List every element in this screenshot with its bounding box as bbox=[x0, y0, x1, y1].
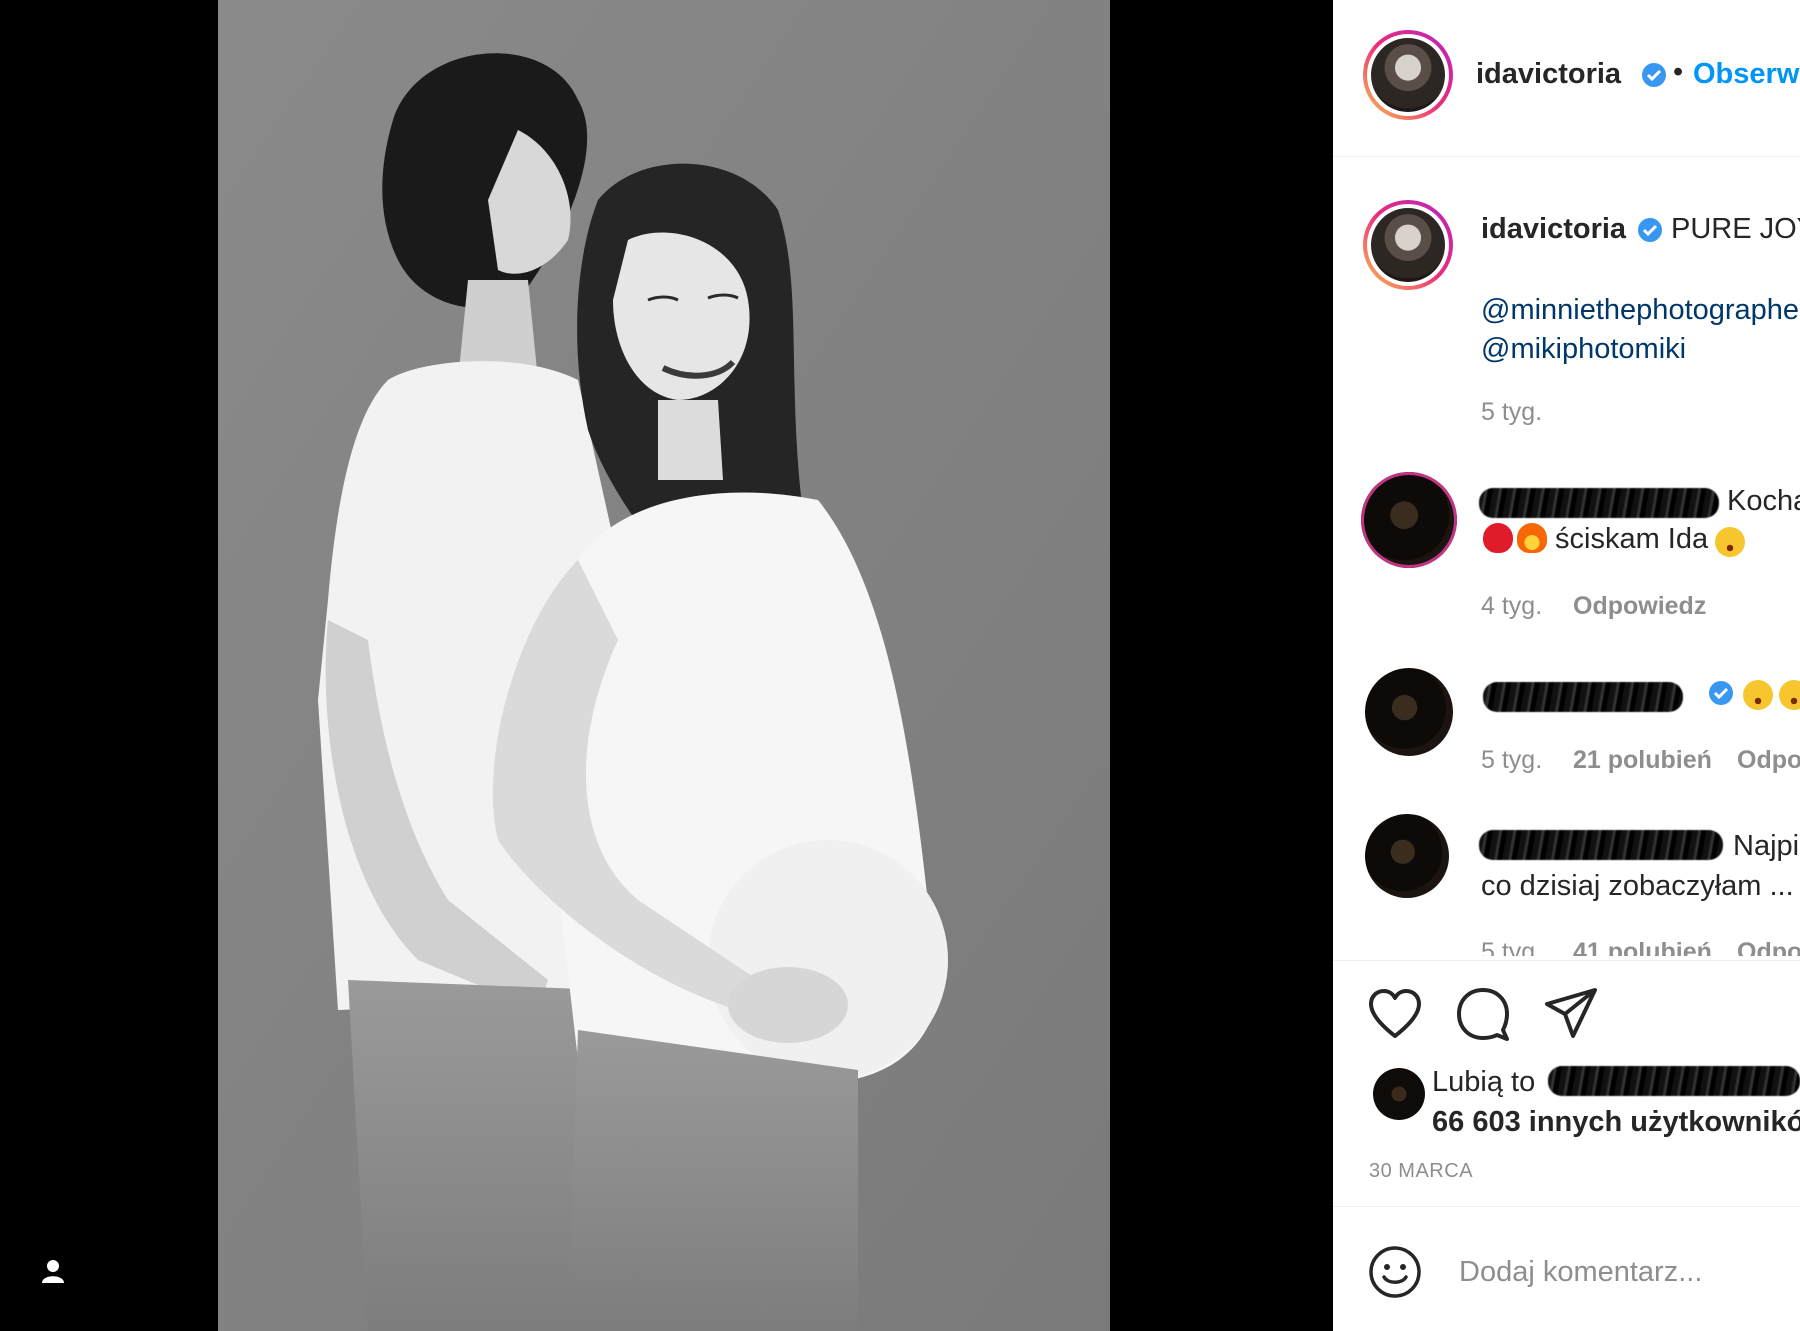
comment-text: co dzisiaj zobaczyłam ... bbox=[1481, 870, 1794, 902]
heart-outline-icon[interactable] bbox=[1367, 988, 1423, 1040]
post-photo[interactable] bbox=[218, 0, 1110, 1331]
post-media bbox=[0, 0, 1333, 1331]
comment-time[interactable]: 5 tyg. bbox=[1481, 938, 1542, 956]
liker-avatar[interactable] bbox=[1373, 1068, 1425, 1120]
follow-button[interactable]: Obserwuj bbox=[1693, 58, 1800, 91]
add-comment-input[interactable]: Dodaj komentarz... bbox=[1459, 1256, 1702, 1289]
comment-avatar[interactable] bbox=[1365, 814, 1449, 898]
redacted-username bbox=[1548, 1066, 1800, 1096]
verified-badge-icon bbox=[1709, 681, 1733, 705]
redacted-username bbox=[1479, 830, 1723, 860]
caption-avatar[interactable] bbox=[1363, 200, 1453, 290]
caption-username[interactable]: idavictoria bbox=[1481, 213, 1626, 246]
fire-emoji bbox=[1517, 523, 1547, 553]
comment-time[interactable]: 4 tyg. bbox=[1481, 592, 1542, 621]
comment-text: ściskam Ida bbox=[1555, 523, 1709, 555]
author-username[interactable]: idavictoria bbox=[1476, 58, 1621, 91]
comment-avatar[interactable] bbox=[1361, 472, 1457, 568]
post-date[interactable]: 30 MARCA bbox=[1369, 1160, 1473, 1183]
post-sidebar: idavictoria • Obserwuj idavictoria PURE … bbox=[1333, 0, 1800, 1331]
paper-plane-icon[interactable] bbox=[1543, 986, 1599, 1042]
likes-count[interactable]: 66 603 innych użytkowników bbox=[1432, 1106, 1800, 1139]
tag-people-icon[interactable] bbox=[38, 1256, 68, 1286]
comment-bubble-icon[interactable] bbox=[1455, 986, 1511, 1042]
caption-text: PURE JOY bbox=[1671, 213, 1800, 245]
likes-prefix: Lubią to bbox=[1432, 1066, 1536, 1098]
smiley-icon[interactable] bbox=[1367, 1244, 1423, 1300]
heart-eyes-emoji bbox=[1779, 680, 1800, 710]
reply-button[interactable]: Odpowiedz bbox=[1737, 938, 1800, 956]
redacted-username bbox=[1483, 682, 1683, 712]
author-avatar[interactable] bbox=[1363, 30, 1453, 120]
verified-badge-icon bbox=[1642, 63, 1666, 87]
heart-eyes-emoji bbox=[1743, 680, 1773, 710]
heart-eyes-emoji bbox=[1715, 527, 1745, 557]
redacted-username bbox=[1479, 488, 1719, 518]
comment-likes[interactable]: 41 polubień bbox=[1573, 938, 1712, 956]
reply-button[interactable]: Odpowiedz bbox=[1573, 592, 1706, 621]
comment-likes[interactable]: 21 polubień bbox=[1573, 746, 1712, 775]
caption-mention[interactable]: @mikiphotomiki bbox=[1481, 333, 1686, 366]
comment-text: Kocham bbox=[1727, 485, 1800, 517]
comment-text: Najpiękniejsze bbox=[1733, 830, 1800, 862]
comment-time[interactable]: 5 tyg. bbox=[1481, 746, 1542, 775]
comment-emojis bbox=[1483, 523, 1547, 553]
caption-mention[interactable]: @minniethephotographer bbox=[1481, 294, 1800, 327]
comment-meta-clipped: 5 tyg. 41 polubień Odpowiedz bbox=[1333, 938, 1800, 956]
heart-emoji bbox=[1483, 523, 1513, 553]
reply-button[interactable]: Odpowiedz bbox=[1737, 746, 1800, 775]
verified-badge-icon bbox=[1638, 218, 1662, 242]
header-separator: • bbox=[1673, 56, 1684, 88]
caption-time[interactable]: 5 tyg. bbox=[1481, 398, 1542, 427]
comment-avatar[interactable] bbox=[1365, 668, 1453, 756]
